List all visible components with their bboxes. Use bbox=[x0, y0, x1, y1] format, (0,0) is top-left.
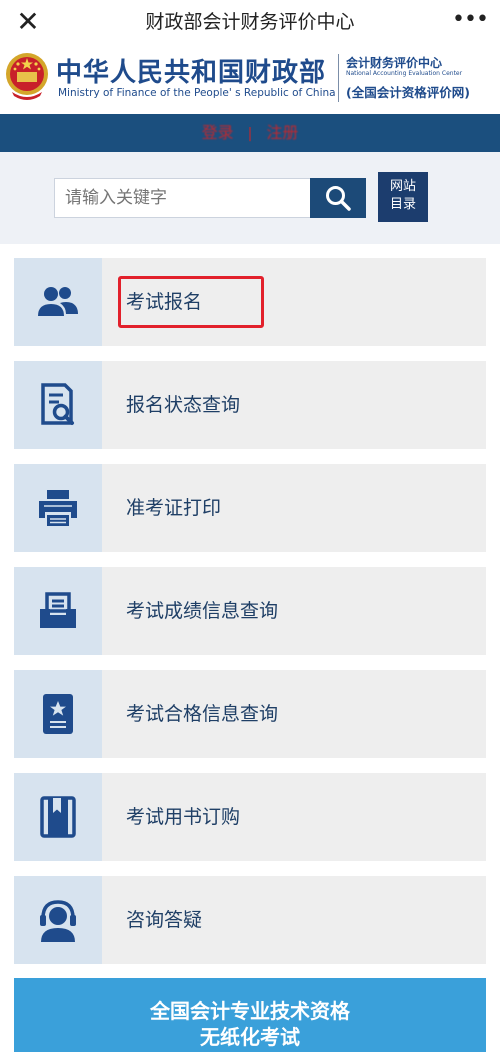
search-button[interactable] bbox=[310, 178, 366, 218]
sitemap-label-2: 目录 bbox=[389, 197, 416, 212]
center-name-en: National Accounting Evaluation Center bbox=[346, 70, 463, 77]
center-name-cn: 会计财务评价中心 bbox=[346, 56, 443, 70]
menu-item-label: 考试用书订购 bbox=[126, 806, 241, 828]
highlight-box bbox=[118, 276, 264, 328]
inbox-icon bbox=[40, 592, 76, 628]
search-input[interactable] bbox=[54, 178, 310, 218]
sitemap-label-1: 网站 bbox=[389, 179, 416, 194]
menu-icon-box bbox=[14, 361, 102, 449]
login-link[interactable]: 登录 bbox=[202, 123, 234, 142]
book-icon bbox=[40, 796, 76, 838]
register-link[interactable]: 注册 bbox=[266, 123, 298, 142]
more-options-icon[interactable]: ••• bbox=[452, 4, 489, 40]
menu-item-qualification-query[interactable]: 考试合格信息查询 bbox=[14, 670, 486, 758]
menu-icon-box bbox=[14, 464, 102, 552]
menu-icon-box bbox=[14, 567, 102, 655]
sitemap-button[interactable]: 网站 目录 bbox=[378, 172, 428, 222]
header-divider bbox=[338, 54, 339, 102]
page-title: 财政部会计财务评价中心 bbox=[145, 11, 355, 33]
search-icon bbox=[326, 186, 351, 211]
menu-item-label: 考试成绩信息查询 bbox=[126, 600, 279, 622]
menu-icon-box bbox=[14, 876, 102, 964]
menu-item-label: 准考证打印 bbox=[126, 497, 222, 519]
search-area: 网站 目录 bbox=[0, 152, 500, 244]
banner-line-2: 无纸化考试 bbox=[200, 1025, 300, 1049]
banner-line-1: 全国会计专业技术资格 bbox=[150, 999, 350, 1023]
menu-item-consultation[interactable]: 咨询答疑 bbox=[14, 876, 486, 964]
menu-item-registration-status[interactable]: 报名状态查询 bbox=[14, 361, 486, 449]
document-search-icon bbox=[41, 383, 74, 425]
paperless-exam-banner[interactable]: 全国会计专业技术资格 无纸化考试 bbox=[14, 978, 486, 1052]
site-name: (全国会计资格评价网) bbox=[346, 85, 470, 100]
users-icon bbox=[38, 287, 78, 316]
headset-icon bbox=[40, 900, 76, 942]
wechat-title-bar: ✕ 财政部会计财务评价中心 ••• bbox=[0, 0, 500, 44]
ministry-name-cn: 中华人民共和国财政部 bbox=[56, 58, 327, 88]
ministry-name-en: Ministry of Finance of the People' s Rep… bbox=[58, 87, 336, 99]
menu-icon-box bbox=[14, 773, 102, 861]
menu-icon-box bbox=[14, 670, 102, 758]
menu-item-label: 报名状态查询 bbox=[126, 394, 241, 416]
close-icon[interactable]: ✕ bbox=[10, 4, 46, 40]
certificate-icon bbox=[43, 694, 73, 734]
national-emblem-icon bbox=[6, 53, 48, 100]
menu-item-exam-registration[interactable]: 考试报名 bbox=[14, 258, 486, 346]
site-header: 中华人民共和国财政部 Ministry of Finance of the Pe… bbox=[0, 44, 500, 114]
menu-item-book-order[interactable]: 考试用书订购 bbox=[14, 773, 486, 861]
menu-item-score-query[interactable]: 考试成绩信息查询 bbox=[14, 567, 486, 655]
menu-item-label: 咨询答疑 bbox=[126, 909, 203, 931]
menu-item-admission-ticket[interactable]: 准考证打印 bbox=[14, 464, 486, 552]
printer-icon bbox=[39, 490, 77, 526]
nav-separator: | bbox=[247, 126, 253, 142]
login-nav-bar: 登录 | 注册 bbox=[0, 114, 500, 152]
menu-icon-box bbox=[14, 258, 102, 346]
menu-item-label: 考试合格信息查询 bbox=[126, 703, 279, 725]
